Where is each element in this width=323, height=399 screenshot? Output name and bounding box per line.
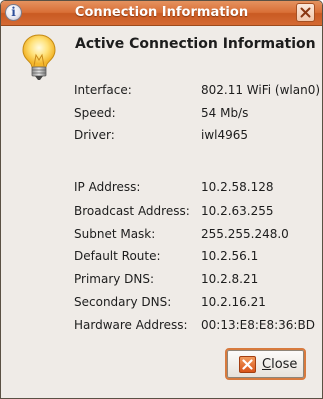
window-close-button[interactable] [296, 3, 315, 22]
connection-info-dialog: i Connection Information Active Connecti… [0, 0, 323, 399]
row-label: Secondary DNS: [74, 295, 172, 309]
info-row-speed: Speed: 54 Mb/s [74, 104, 319, 122]
row-value: 00:13:E8:E8:36:BD [201, 318, 315, 332]
info-row-subnet-mask: Subnet Mask: 255.255.248.0 [74, 225, 319, 243]
row-value: 255.255.248.0 [201, 227, 289, 241]
row-value: 802.11 WiFi (wlan0) [201, 83, 321, 97]
close-icon [300, 7, 311, 18]
info-row-default-route: Default Route: 10.2.56.1 [74, 247, 319, 265]
row-label: Broadcast Address: [74, 204, 190, 218]
row-value: 10.2.8.21 [201, 272, 259, 286]
lightbulb-icon [19, 33, 59, 85]
info-row-broadcast-address: Broadcast Address: 10.2.63.255 [74, 202, 319, 220]
info-row-secondary-dns: Secondary DNS: 10.2.16.21 [74, 293, 319, 311]
row-value: iwl4965 [201, 128, 249, 142]
title-bar[interactable]: i Connection Information [1, 1, 322, 26]
info-row-driver: Driver: iwl4965 [74, 126, 319, 144]
row-label: Default Route: [74, 249, 161, 263]
close-label-rest: lose [271, 357, 298, 372]
row-label: Driver: [74, 128, 115, 142]
row-label: Primary DNS: [74, 272, 155, 286]
row-label: IP Address: [74, 180, 141, 194]
close-icon [239, 356, 256, 373]
window-title: Connection Information [74, 5, 249, 20]
row-value: 10.2.16.21 [201, 295, 266, 309]
row-value: 54 Mb/s [201, 106, 249, 120]
info-row-interface: Interface: 802.11 WiFi (wlan0) [74, 81, 321, 99]
row-value: 10.2.56.1 [201, 249, 259, 263]
close-mnemonic: C [262, 357, 272, 372]
row-label: Hardware Address: [74, 318, 188, 332]
close-button-label: Close [262, 356, 297, 373]
row-label: Interface: [74, 83, 132, 97]
row-label: Subnet Mask: [74, 227, 156, 241]
dialog-heading: Active Connection Information [75, 36, 316, 52]
info-row-ip-address: IP Address: 10.2.58.128 [74, 178, 319, 196]
info-row-hardware-address: Hardware Address: 00:13:E8:E8:36:BD [74, 316, 319, 334]
row-value: 10.2.63.255 [201, 204, 274, 218]
row-value: 10.2.58.128 [201, 180, 274, 194]
row-label: Speed: [74, 106, 116, 120]
info-icon[interactable]: i [5, 4, 22, 21]
info-row-primary-dns: Primary DNS: 10.2.8.21 [74, 270, 319, 288]
close-button[interactable]: Close [225, 348, 306, 380]
